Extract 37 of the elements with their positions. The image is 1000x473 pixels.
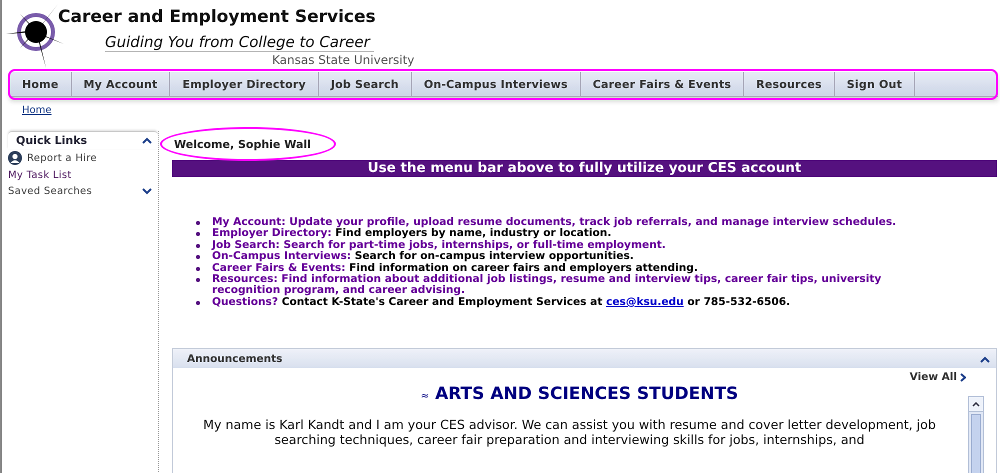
site-title: Career and Employment Services: [58, 7, 376, 27]
panel-title: Quick Links: [16, 134, 88, 147]
instruction-banner: Use the menu bar above to fully utilize your CES account: [172, 160, 997, 177]
nav-tab[interactable]: My Account: [72, 72, 170, 96]
welcome-message: Welcome, Sophie Wall: [174, 138, 311, 151]
nav-tab[interactable]: Employer Directory: [170, 72, 319, 96]
sidebar-link[interactable]: Saved Searches: [8, 186, 92, 197]
university-name: Kansas State University: [272, 53, 414, 67]
view-all-link[interactable]: View All: [910, 371, 957, 384]
feature-description: On-Campus Interviews: Search for on-campus interview opportunities.: [212, 250, 634, 262]
nav-tab[interactable]: Resources: [744, 72, 835, 96]
breadcrumb-link[interactable]: Home: [22, 105, 52, 116]
chevron-up-icon[interactable]: [980, 356, 990, 363]
panel-title: Announcements: [187, 353, 282, 366]
feature-description: Career Fairs & Events: Find information on career fairs and employers attending.: [212, 262, 698, 274]
feature-description: My Account: Update your profile, upload resume documents, track job referrals, and manage interview schedules.: [212, 216, 896, 228]
nav-tab[interactable]: Sign Out: [834, 72, 916, 96]
arrow-up-icon[interactable]: [972, 402, 980, 407]
nav-tab[interactable]: Home: [10, 72, 72, 96]
feature-description: Employer Directory: Find employers by name, industry or location.: [212, 227, 612, 240]
nav-tab[interactable]: On-Campus Interviews: [412, 72, 581, 96]
person-icon: [8, 151, 22, 165]
nav-tab[interactable]: Job Search: [318, 72, 412, 96]
sidebar-link[interactable]: My Task List: [8, 170, 72, 181]
chevron-down-icon[interactable]: [142, 188, 152, 195]
email-link[interactable]: ces@ksu.edu: [606, 296, 684, 308]
feature-description: Questions? Contact K-State's Career and Employment Services at ces@ksu.edu or 785-532-6506.: [212, 296, 790, 308]
nav-tab[interactable]: Career Fairs & Events: [580, 72, 744, 96]
announcement-heading: ARTS AND SCIENCES STUDENTS: [435, 384, 738, 404]
announcement-text: My name is Karl Kandt and I am your CES advisor. We can assist you with resume and cover letter development, job searching techniques, career fair preparation and interviewing skills for jobs, internships, and: [202, 418, 937, 448]
sidebar-link[interactable]: Report a Hire: [27, 152, 97, 164]
heading-icon: ≈: [420, 391, 430, 402]
feature-description: Resources: Find information about additional job listings, resume and interview tips, career fair tips, university recognition program, and career advising.: [212, 273, 882, 296]
chevron-right-icon[interactable]: [960, 372, 966, 382]
chevron-up-icon[interactable]: [142, 137, 152, 144]
feature-description: Job Search: Search for part-time jobs, internships, or full-time employment.: [212, 238, 666, 251]
tagline: Guiding You from College to Career: [105, 33, 374, 52]
